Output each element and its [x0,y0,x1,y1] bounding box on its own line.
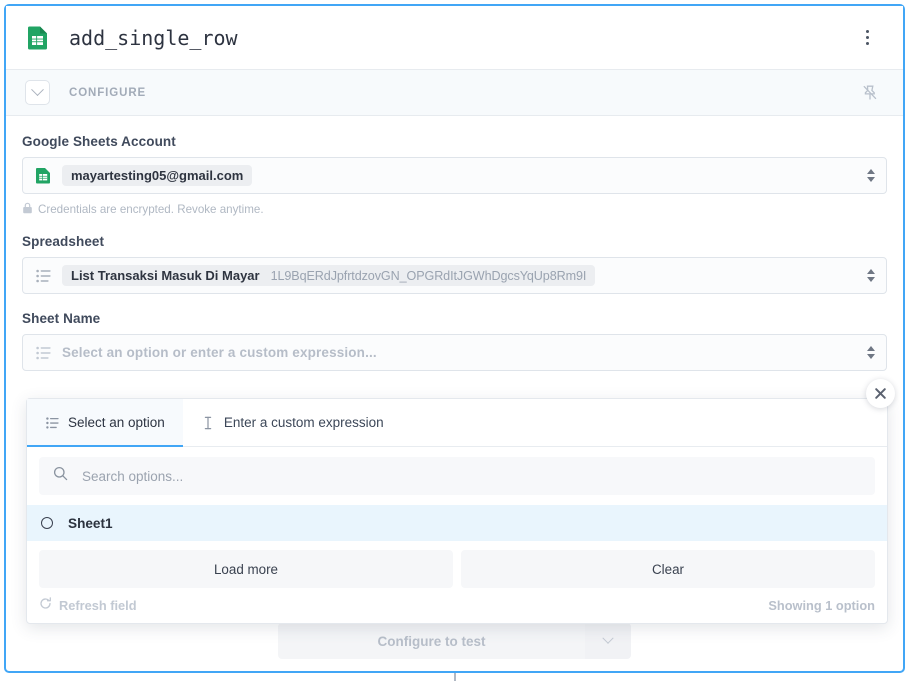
tab-enter-custom-expression[interactable]: Enter a custom expression [183,399,402,446]
sheet-name-field-label: Sheet Name [22,311,101,326]
radio-circle-icon [41,517,53,529]
spreadsheet-select-field[interactable]: List Transaksi Masuk Di Mayar 1L9BqERdJp… [22,257,887,294]
field-group-sheet-name: Sheet Name Select an option or enter a c… [22,311,887,371]
showing-options-count: Showing 1 option [768,597,875,613]
sheet-name-select-field[interactable]: Select an option or enter a custom expre… [22,334,887,371]
tab-enter-custom-expression-label: Enter a custom expression [223,415,384,430]
google-sheets-icon [35,167,52,184]
spreadsheet-value-text: List Transaksi Masuk Di Mayar [71,268,260,283]
dropdown-option-sheet1[interactable]: Sheet1 [27,505,887,541]
list-icon [35,344,52,361]
select-stepper-icon[interactable] [866,343,876,363]
google-sheets-icon [26,25,49,50]
spreadsheet-value-chip: List Transaksi Masuk Di Mayar 1L9BqERdJp… [62,265,596,286]
refresh-field-button[interactable]: Refresh field [39,597,137,613]
select-stepper-icon[interactable] [866,266,876,286]
kebab-menu-icon[interactable] [855,24,879,52]
field-group-account: Google Sheets Account mayartesting05@gma… [22,134,887,217]
tab-select-an-option[interactable]: Select an option [27,399,183,447]
chevron-down-icon [602,632,614,644]
close-icon [874,387,887,400]
list-icon [35,267,52,284]
refresh-field-label: Refresh field [59,597,137,613]
collapse-toggle-button[interactable] [25,80,50,105]
spreadsheet-value-id: 1L9BqERdJpfrtdzovGN_OPGRdItJGWhDgcsYqUp8… [270,268,587,283]
account-field-label: Google Sheets Account [22,134,176,149]
sheet-name-placeholder: Select an option or enter a custom expre… [62,345,377,360]
clear-button[interactable]: Clear [461,550,875,588]
credentials-note: Credentials are encrypted. Revoke anytim… [22,202,887,217]
list-icon [45,416,59,430]
search-icon [53,466,68,486]
search-input-placeholder: Search options... [82,468,184,484]
dropdown-actions: Load more Clear [27,541,887,597]
close-dropdown-button[interactable] [866,379,895,408]
sheet-name-dropdown-panel: Select an option Enter a custom expressi… [26,398,888,624]
spreadsheet-field-label: Spreadsheet [22,234,105,249]
dropdown-footer: Refresh field Showing 1 option [27,597,887,623]
field-group-spreadsheet: Spreadsheet List Transaksi Masuk Di Maya… [22,234,887,294]
pin-off-icon[interactable] [859,82,881,104]
text-cursor-icon [201,416,215,430]
credentials-note-text: Credentials are encrypted. Revoke anytim… [38,203,264,216]
test-step-button-group: Configure to test [278,623,631,659]
panel-header: add_single_row [6,6,903,70]
lock-icon [22,202,33,217]
configure-bar: CONFIGURE [6,70,903,116]
dropdown-option-label: Sheet1 [68,515,113,531]
select-stepper-icon[interactable] [866,166,876,186]
load-more-button[interactable]: Load more [39,550,453,588]
node-title: add_single_row [69,25,238,50]
account-value-text: mayartesting05@gmail.com [71,168,244,183]
chevron-down-icon [31,83,44,97]
configure-to-test-button[interactable]: Configure to test [278,623,585,659]
node-details-panel: add_single_row CONFIGURE Google Sheets A… [4,4,905,673]
account-value-chip: mayartesting05@gmail.com [62,165,253,186]
refresh-icon [39,597,52,613]
tab-select-an-option-label: Select an option [68,415,165,430]
screen-root: add_single_row CONFIGURE Google Sheets A… [0,0,909,681]
dropdown-tabs: Select an option Enter a custom expressi… [27,399,887,447]
search-input[interactable]: Search options... [39,457,875,495]
test-step-dropdown-toggle[interactable] [585,623,631,659]
account-select-field[interactable]: mayartesting05@gmail.com [22,157,887,194]
configure-label: CONFIGURE [69,86,147,99]
